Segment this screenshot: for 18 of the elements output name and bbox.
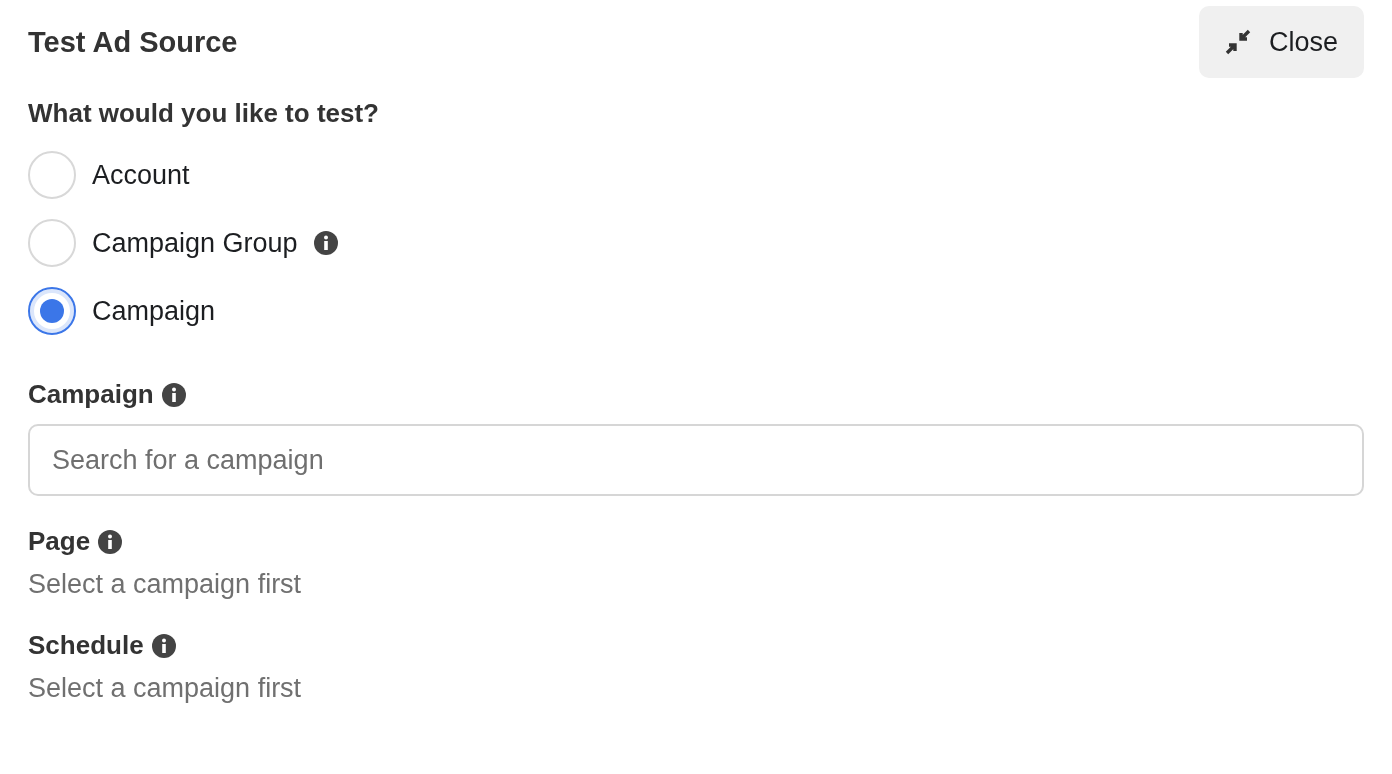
field-hint: Select a campaign first: [28, 569, 303, 600]
radio-button[interactable]: [28, 287, 76, 335]
option-label: Account: [92, 159, 190, 191]
dialog-title: Test Ad Source: [28, 25, 238, 59]
option-label: Campaign: [92, 295, 216, 327]
info-icon[interactable]: [151, 633, 176, 658]
field-label: Campaign: [28, 379, 154, 410]
field-label: Schedule: [28, 630, 144, 661]
field-label: Page: [28, 526, 91, 557]
field-hint: Select a campaign first: [28, 673, 303, 704]
option-label: Campaign Group: [92, 227, 298, 259]
question-label: What would you like to test?: [28, 98, 380, 129]
info-icon[interactable]: [161, 382, 186, 407]
collapse-icon: [1224, 29, 1251, 55]
close-button[interactable]: Close: [1198, 6, 1364, 78]
info-icon[interactable]: [98, 529, 123, 554]
info-icon[interactable]: [313, 231, 338, 255]
search-field[interactable]: Search for a campaign: [28, 424, 1364, 496]
